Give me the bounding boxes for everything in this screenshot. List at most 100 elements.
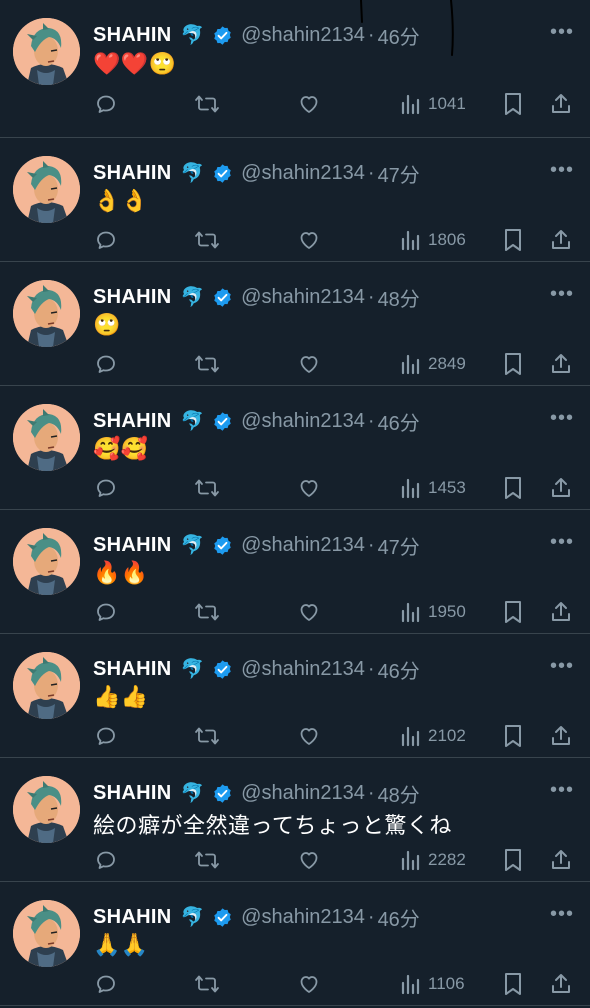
- views-button[interactable]: 1106: [400, 968, 465, 1000]
- avatar[interactable]: [13, 528, 80, 595]
- avatar[interactable]: [13, 18, 80, 85]
- more-options-icon[interactable]: •••: [550, 408, 574, 428]
- reply-button[interactable]: [94, 596, 118, 628]
- retweet-button[interactable]: [194, 844, 220, 876]
- reply-button[interactable]: [94, 968, 118, 1000]
- verified-badge-icon: [212, 535, 233, 556]
- tweet-card[interactable]: SHAHIN 🐬 @shahin2134 · 47分 ••• 👌👌 1806: [0, 138, 590, 262]
- more-options-icon[interactable]: •••: [550, 780, 574, 800]
- timestamp[interactable]: 46分: [378, 21, 420, 50]
- share-button[interactable]: [549, 720, 573, 752]
- like-button[interactable]: [297, 348, 321, 380]
- user-handle[interactable]: @shahin2134: [241, 24, 365, 47]
- tweet-card[interactable]: SHAHIN 🐬 @shahin2134 · 46分 ••• 🥰🥰 1453: [0, 386, 590, 510]
- retweet-button[interactable]: [194, 88, 220, 120]
- user-handle[interactable]: @shahin2134: [241, 286, 365, 309]
- like-button[interactable]: [297, 968, 321, 1000]
- share-button[interactable]: [549, 224, 573, 256]
- avatar[interactable]: [13, 776, 80, 843]
- views-button[interactable]: 1806: [400, 224, 466, 256]
- share-button[interactable]: [549, 596, 573, 628]
- like-button[interactable]: [297, 720, 321, 752]
- tweet-card[interactable]: SHAHIN 🐬 @shahin2134 · 46分 ••• 👍👍 2102: [0, 634, 590, 758]
- retweet-button[interactable]: [194, 968, 220, 1000]
- share-button[interactable]: [549, 472, 573, 504]
- bookmark-button[interactable]: [502, 472, 524, 504]
- reply-button[interactable]: [94, 844, 118, 876]
- user-handle[interactable]: @shahin2134: [241, 782, 365, 805]
- timestamp[interactable]: 46分: [378, 655, 420, 684]
- bookmark-button[interactable]: [502, 596, 524, 628]
- user-handle[interactable]: @shahin2134: [241, 906, 365, 929]
- more-options-icon[interactable]: •••: [550, 656, 574, 676]
- reply-button[interactable]: [94, 88, 118, 120]
- avatar[interactable]: [13, 156, 80, 223]
- tweet-card[interactable]: SHAHIN 🐬 @shahin2134 · 47分 ••• 🔥🔥 1950: [0, 510, 590, 634]
- reply-button[interactable]: [94, 720, 118, 752]
- retweet-button[interactable]: [194, 224, 220, 256]
- user-handle[interactable]: @shahin2134: [241, 410, 365, 433]
- more-options-icon[interactable]: •••: [550, 904, 574, 924]
- more-options-icon[interactable]: •••: [550, 284, 574, 304]
- display-name[interactable]: SHAHIN: [93, 658, 171, 681]
- timestamp[interactable]: 47分: [378, 159, 420, 188]
- reply-button[interactable]: [94, 472, 118, 504]
- more-options-icon[interactable]: •••: [550, 532, 574, 552]
- tweet-card[interactable]: SHAHIN 🐬 @shahin2134 · 48分 ••• 絵の癖が全然違って…: [0, 758, 590, 882]
- share-button[interactable]: [549, 844, 573, 876]
- bookmark-button[interactable]: [502, 844, 524, 876]
- timestamp[interactable]: 46分: [378, 903, 420, 932]
- views-button[interactable]: 1453: [400, 472, 466, 504]
- display-name[interactable]: SHAHIN: [93, 162, 171, 185]
- timestamp[interactable]: 47分: [378, 531, 420, 560]
- more-options-icon[interactable]: •••: [550, 160, 574, 180]
- like-button[interactable]: [297, 224, 321, 256]
- views-button[interactable]: 1041: [400, 88, 466, 120]
- bookmark-button[interactable]: [502, 968, 524, 1000]
- avatar[interactable]: [13, 404, 80, 471]
- timestamp[interactable]: 48分: [378, 283, 420, 312]
- display-name[interactable]: SHAHIN: [93, 782, 171, 805]
- bookmark-button[interactable]: [502, 224, 524, 256]
- tweet-header: SHAHIN 🐬 @shahin2134 · 46分: [93, 654, 420, 684]
- reply-button[interactable]: [94, 224, 118, 256]
- display-name[interactable]: SHAHIN: [93, 24, 171, 47]
- user-handle[interactable]: @shahin2134: [241, 162, 365, 185]
- reply-button[interactable]: [94, 348, 118, 380]
- tweet-card[interactable]: SHAHIN 🐬 @shahin2134 · 46分 ••• 🙏🙏 1106: [0, 882, 590, 1006]
- avatar[interactable]: [13, 900, 80, 967]
- like-button[interactable]: [297, 844, 321, 876]
- retweet-button[interactable]: [194, 596, 220, 628]
- retweet-button[interactable]: [194, 720, 220, 752]
- avatar[interactable]: [13, 280, 80, 347]
- tweet-card[interactable]: SHAHIN 🐬 @shahin2134 · 48分 ••• 🙄 2849: [0, 262, 590, 386]
- user-handle[interactable]: @shahin2134: [241, 534, 365, 557]
- like-button[interactable]: [297, 472, 321, 504]
- more-options-icon[interactable]: •••: [550, 22, 574, 42]
- share-button[interactable]: [549, 88, 573, 120]
- retweet-button[interactable]: [194, 472, 220, 504]
- retweet-icon: [195, 355, 219, 373]
- views-button[interactable]: 1950: [400, 596, 466, 628]
- tweet-card[interactable]: SHAHIN 🐬 @shahin2134 · 46分 ••• ❤️❤️🙄 104: [0, 0, 590, 138]
- display-name[interactable]: SHAHIN: [93, 286, 171, 309]
- retweet-button[interactable]: [194, 348, 220, 380]
- bookmark-button[interactable]: [502, 348, 524, 380]
- like-button[interactable]: [297, 88, 321, 120]
- display-name[interactable]: SHAHIN: [93, 906, 171, 929]
- timestamp[interactable]: 48分: [378, 779, 420, 808]
- bookmark-button[interactable]: [502, 88, 524, 120]
- display-name[interactable]: SHAHIN: [93, 534, 171, 557]
- avatar[interactable]: [13, 652, 80, 719]
- share-button[interactable]: [549, 348, 573, 380]
- views-button[interactable]: 2282: [400, 844, 466, 876]
- display-name[interactable]: SHAHIN: [93, 410, 171, 433]
- user-handle[interactable]: @shahin2134: [241, 658, 365, 681]
- timestamp[interactable]: 46分: [378, 407, 420, 436]
- views-button[interactable]: 2102: [400, 720, 466, 752]
- share-button[interactable]: [549, 968, 573, 1000]
- like-button[interactable]: [297, 596, 321, 628]
- timeline-feed[interactable]: SHAHIN 🐬 @shahin2134 · 46分 ••• ❤️❤️🙄 104: [0, 0, 590, 1008]
- views-button[interactable]: 2849: [400, 348, 466, 380]
- bookmark-button[interactable]: [502, 720, 524, 752]
